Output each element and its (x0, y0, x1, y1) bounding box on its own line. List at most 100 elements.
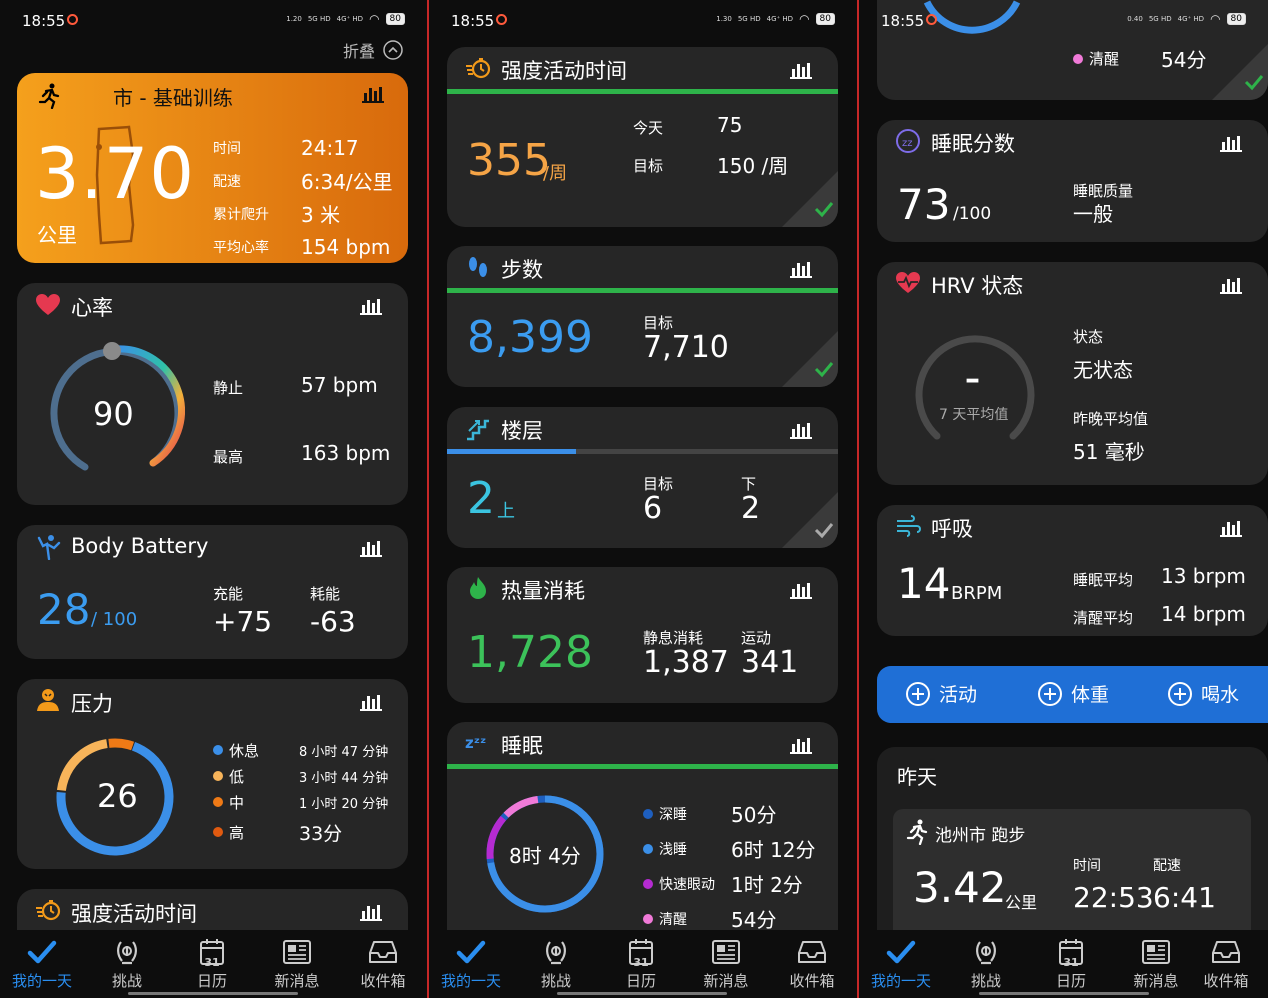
plus-circle-icon (1038, 681, 1062, 706)
intensity-card[interactable]: 强度活动时间 355 /周 今天 75 目标 150 /周 (447, 47, 838, 227)
chart-icon[interactable] (360, 693, 382, 711)
newspaper-icon (283, 940, 311, 964)
stat-value: 6:34/公里 (301, 170, 393, 194)
gesture-handle (979, 992, 1149, 995)
calendar-day: 31 (204, 956, 220, 969)
laurel-icon (546, 941, 566, 965)
status-icons: 0.40 5G HD 4G⁺ HD ◠ 80 (1127, 12, 1246, 26)
hrv-card[interactable]: HRV 状态 – 7 天平均值 状态 无状态 昨晚平均值 51 毫秒 (877, 262, 1268, 485)
steps-card[interactable]: 步数 8,399 目标 7,710 (447, 246, 838, 387)
nav-inbox[interactable]: 收件箱 (341, 936, 425, 991)
calories-card[interactable]: 热量消耗 1,728 静息消耗 1,387 运动 341 (447, 567, 838, 703)
active-value: 341 (741, 645, 799, 680)
chart-icon[interactable] (360, 903, 382, 921)
respiration-card[interactable]: 呼吸 14 BRPM 睡眠平均 13 brpm 清醒平均 14 brpm (877, 505, 1268, 636)
add-weight-button[interactable]: 体重 (1037, 680, 1109, 707)
battery-icon: 80 (385, 13, 405, 25)
chart-icon[interactable] (1220, 519, 1242, 537)
legend-dot (643, 843, 653, 854)
legend-value: 33分 (299, 822, 343, 845)
sleep-score-card[interactable]: zz 睡眠分数 73 /100 睡眠质量 一般 (877, 120, 1268, 242)
stress-value: 26 (97, 777, 138, 815)
status-time: 18:55 (451, 12, 495, 30)
heart-title: 心率 (71, 296, 113, 320)
signal-4g-icon: 4G⁺ HD (766, 15, 794, 23)
stat-value: 24:17 (301, 135, 359, 160)
legend-row: 低 3 小时 44 分钟 (213, 763, 393, 789)
nav-challenges[interactable]: 挑战 (85, 936, 169, 991)
hrv-avg-label: 昨晚平均值 (1073, 410, 1149, 428)
floors-unit: 上 (497, 501, 515, 522)
goal-met-check-icon (1212, 44, 1268, 100)
nav-challenges[interactable]: 挑战 (514, 936, 598, 991)
yesterday-title: 昨天 (897, 765, 937, 789)
nav-news[interactable]: 新消息 (255, 936, 339, 991)
panel-my-day-2: 18:55 1.30 5G HD 4G⁺ HD ◠ 80 强度活动时间 355 … (429, 0, 857, 998)
activity-card[interactable]: 市 - 基础训练 3.70 公里 时间 24:17 配速 6:34/公里 累计爬升 3… (17, 73, 408, 263)
battery-icon: 80 (815, 13, 835, 25)
nav-news[interactable]: 新消息 (684, 936, 768, 991)
zzz-icon: zᶻᶻ (465, 734, 487, 752)
calories-value: 1,728 (467, 627, 593, 678)
chart-icon[interactable] (1220, 276, 1242, 294)
battery-icon: 80 (1226, 13, 1246, 25)
sleep-avg-label: 睡眠平均 (1073, 571, 1134, 589)
body-battery-value: 28 (37, 585, 91, 634)
charge-value: +75 (213, 605, 273, 638)
chart-icon[interactable] (790, 581, 812, 599)
nav-inbox[interactable]: 收件箱 (770, 936, 854, 991)
nav-label: 收件箱 (789, 972, 835, 990)
heart-rate-card[interactable]: 心率 90 静止 57 bpm 最高 163 bpm (17, 283, 408, 505)
laurel-icon (976, 941, 996, 965)
yesterday-activity-name: 池州市 跑步 (935, 826, 1026, 846)
add-activity-button[interactable]: 活动 (905, 680, 977, 707)
nav-challenges[interactable]: 挑战 (944, 936, 1028, 991)
nav-my-day[interactable]: 我的一天 (859, 936, 943, 991)
goal-met-check-icon (782, 331, 838, 387)
nav-inbox[interactable]: 收件箱 (1184, 936, 1268, 991)
gesture-handle (128, 992, 298, 995)
awake-avg-label: 清醒平均 (1073, 609, 1134, 627)
intensity-unit: /周 (543, 163, 568, 184)
legend-dot (213, 745, 223, 755)
hrv-center-sub: 7 天平均值 (939, 407, 1009, 423)
chart-icon[interactable] (362, 85, 384, 103)
floors-card[interactable]: 楼层 2 上 目标 6 下 2 (447, 407, 838, 548)
chart-icon[interactable] (790, 421, 812, 439)
nav-calendar[interactable]: 31 日历 (1029, 936, 1113, 991)
fold-toggle[interactable]: 折叠 (343, 38, 403, 62)
awake-value: 54分 (1161, 48, 1207, 72)
chart-icon[interactable] (360, 297, 382, 315)
add-water-button[interactable]: 喝水 (1167, 680, 1239, 707)
legend-value: 50分 (731, 803, 777, 827)
fold-label: 折叠 (342, 42, 375, 61)
stress-card[interactable]: 压力 26 休息 8 小时 47 分钟 低 3 小时 44 分钟 中 1 小时 20 … (17, 679, 408, 869)
stress-legend: 休息 8 小时 47 分钟 低 3 小时 44 分钟 中 1 小时 20 分钟 高 33… (213, 737, 393, 849)
chart-icon[interactable] (790, 61, 812, 79)
respiration-value: 14 (897, 559, 951, 608)
sleep-value: 8时 4分 (509, 844, 581, 868)
chart-icon[interactable] (790, 260, 812, 278)
footsteps-icon (469, 257, 487, 277)
nav-my-day[interactable]: 我的一天 (0, 936, 84, 991)
nav-calendar[interactable]: 31 日历 (599, 936, 683, 991)
inbox-icon (1212, 941, 1240, 963)
legend-dot (643, 808, 653, 819)
sleep-legend: 深睡 50分 浅睡 6时 12分 快速眼动 1时 2分 清醒 54分 (643, 796, 833, 936)
activity-distance: 3.70 (35, 133, 195, 215)
stat-row: 平均心率 154 bpm (213, 230, 393, 263)
rest-value: 57 bpm (301, 373, 378, 397)
yesterday-time-label: 时间 (1073, 858, 1101, 874)
chart-icon[interactable] (360, 539, 382, 557)
chart-icon[interactable] (790, 736, 812, 754)
chart-icon[interactable] (1220, 134, 1242, 152)
intensity-value: 355 (467, 135, 551, 186)
nav-calendar[interactable]: 31 日历 (170, 936, 254, 991)
goal-met-check-icon (782, 171, 838, 227)
body-battery-card[interactable]: Body Battery 28 / 100 充能 +75 耗能 -63 (17, 525, 408, 659)
legend-label: 休息 (229, 741, 260, 760)
stairs-icon (467, 419, 489, 441)
stat-row: 累计爬升 3 米 (213, 197, 393, 230)
nav-my-day[interactable]: 我的一天 (429, 936, 513, 991)
calendar-day: 31 (1063, 956, 1079, 969)
